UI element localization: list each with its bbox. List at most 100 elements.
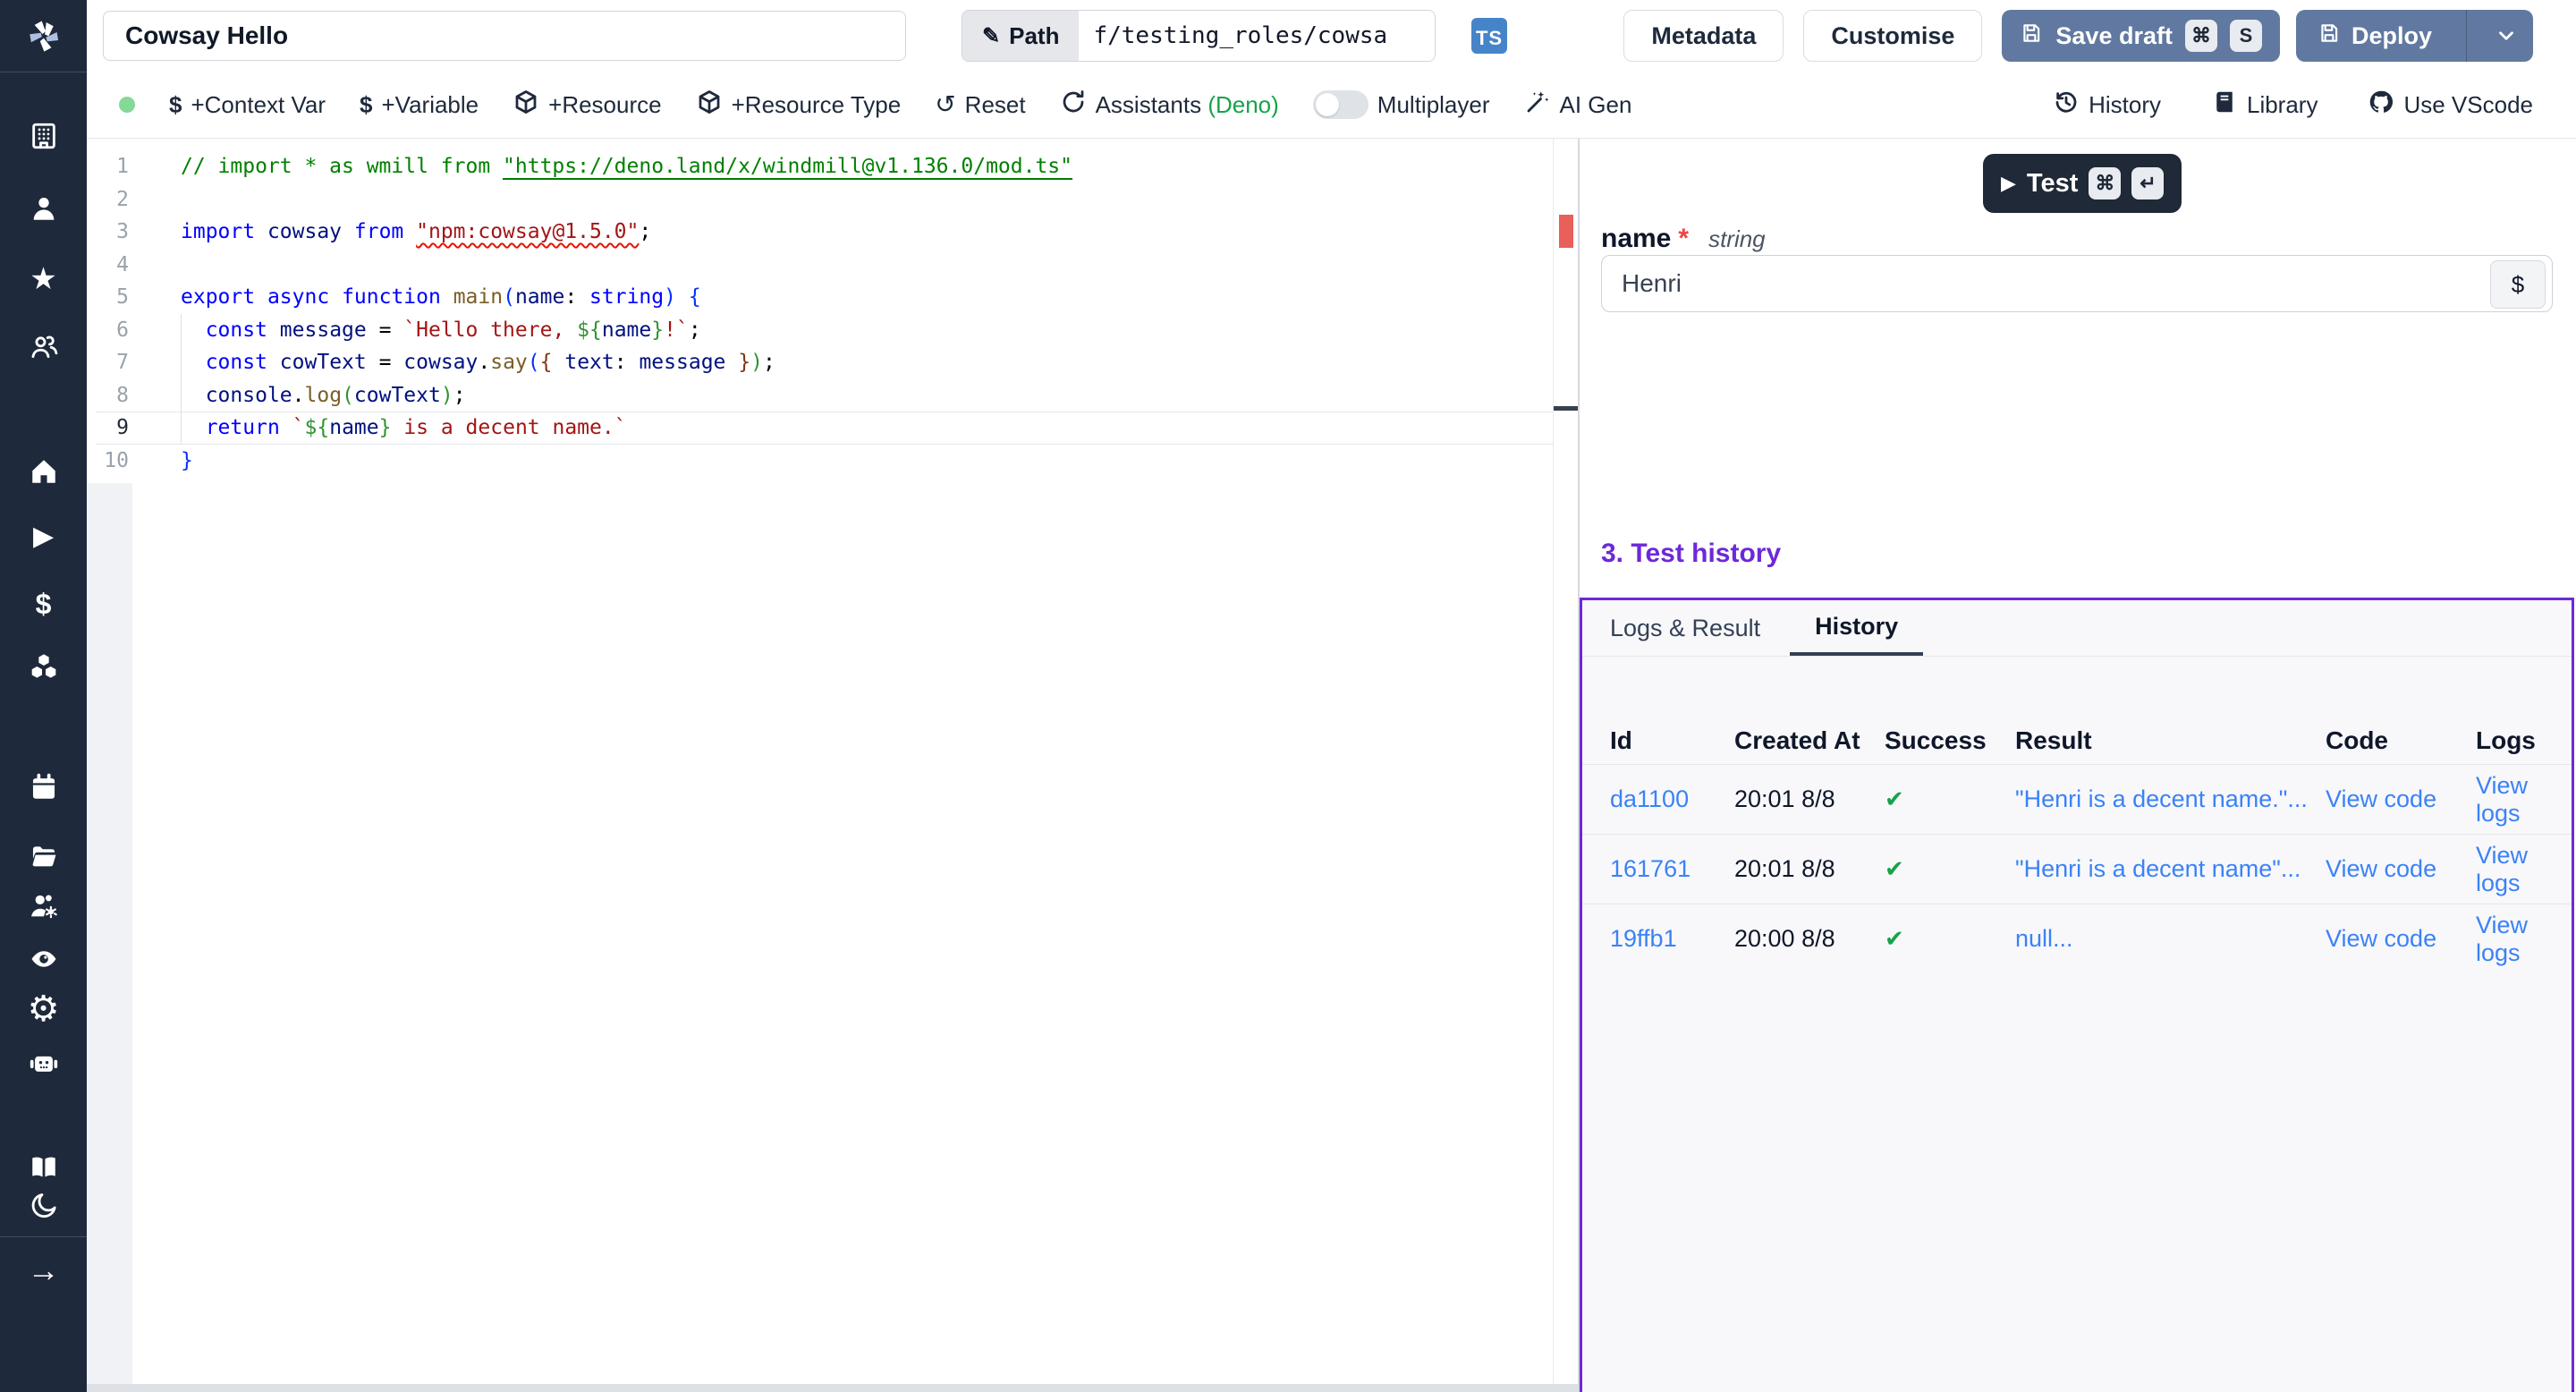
name-value-input[interactable]: [1602, 256, 2552, 311]
column-header: Success: [1885, 726, 2015, 755]
script-title-input[interactable]: [103, 11, 906, 61]
column-header: Logs: [2476, 726, 2572, 755]
view-logs-link[interactable]: View logs: [2476, 772, 2572, 828]
sidebar-user-cog-icon[interactable]: [0, 888, 87, 924]
run-id-link[interactable]: 19ffb1: [1610, 925, 1734, 953]
line-number: 5: [87, 281, 132, 314]
preview-panel: ▶ Test ⌘ ↵ name* string $ 3. Test histor…: [1580, 139, 2576, 1392]
run-id-link[interactable]: da1100: [1610, 785, 1734, 813]
sidebar: ★ ▶ $ ⚙ →: [0, 0, 87, 1392]
toolbar-label: Multiplayer: [1377, 91, 1490, 119]
line-number: 7: [87, 346, 132, 379]
multiplayer-toggle[interactable]: [1313, 90, 1368, 119]
view-logs-link[interactable]: View logs: [2476, 842, 2572, 897]
error-marker: [1559, 215, 1573, 248]
toolbar-label: +Variable: [381, 91, 479, 119]
s-key-badge: S: [2230, 20, 2262, 52]
deploy-split-button: Deploy: [2296, 10, 2533, 62]
insert-variable-button[interactable]: $: [2490, 260, 2546, 309]
test-history-heading: 3. Test history: [1601, 539, 1781, 569]
line-number: 9: [87, 412, 132, 445]
deploy-dropdown-button[interactable]: [2479, 10, 2533, 62]
arg-name-label: name* string: [1601, 224, 1766, 254]
sidebar-divider: [0, 1236, 87, 1237]
horizontal-scrollbar-track[interactable]: [87, 1384, 1578, 1392]
toolbar-label: Reset: [965, 91, 1026, 119]
sidebar-star-icon[interactable]: ★: [0, 261, 87, 297]
line-number: 8: [87, 379, 132, 412]
result-link[interactable]: "Henri is a decent name."...: [2015, 785, 2326, 813]
sidebar-calendar-icon[interactable]: [0, 769, 87, 805]
sidebar-moon-icon[interactable]: [0, 1188, 87, 1224]
toolbar-add-context-var[interactable]: $ +Context Var: [169, 91, 326, 119]
path-input[interactable]: [1079, 11, 1435, 61]
deno-label: (Deno): [1208, 91, 1278, 118]
code-line: 8 console.log(cowText);: [87, 379, 1553, 412]
sidebar-dollar-icon[interactable]: $: [0, 586, 87, 622]
toolbar-label: Assistants (Deno): [1096, 91, 1279, 119]
assistants-icon: [1060, 89, 1087, 122]
sidebar-play-icon[interactable]: ▶: [0, 519, 87, 555]
sidebar-cubes-icon[interactable]: [0, 649, 87, 684]
toolbar-multiplayer[interactable]: Multiplayer: [1313, 90, 1490, 119]
sidebar-robot-icon[interactable]: [0, 1045, 87, 1081]
reset-icon: ↺: [935, 91, 955, 119]
windmill-logo-icon[interactable]: [0, 11, 87, 61]
save-draft-button[interactable]: Save draft ⌘ S: [2002, 10, 2280, 62]
code-line: 9 return `${name} is a decent name.`: [87, 412, 1553, 445]
path-label: Path: [1009, 22, 1059, 50]
created-at: 20:00 8/8: [1734, 925, 1885, 953]
run-id-link[interactable]: 161761: [1610, 855, 1734, 883]
toolbar-reset[interactable]: ↺ Reset: [935, 91, 1025, 119]
sidebar-gear-icon[interactable]: ⚙: [0, 991, 87, 1027]
toolbar-add-resource[interactable]: +Resource: [513, 89, 661, 122]
test-button[interactable]: ▶ Test ⌘ ↵: [1983, 154, 2182, 213]
code-line: 3import cowsay from "npm:cowsay@1.5.0";: [87, 216, 1553, 249]
add-resource-icon: [513, 89, 539, 122]
tab-history[interactable]: History: [1790, 600, 1923, 656]
toolbar-use-vscode[interactable]: Use VScode: [2368, 89, 2533, 122]
toolbar-add-variable[interactable]: $+Variable: [360, 91, 479, 119]
sidebar-arrow-right-icon[interactable]: →: [0, 1252, 87, 1288]
code-editor[interactable]: 1// import * as wmill from "https://deno…: [87, 139, 1553, 1392]
view-code-link[interactable]: View code: [2326, 925, 2476, 953]
sidebar-book-open-icon[interactable]: [0, 1150, 87, 1185]
code-line: 7 const cowText = cowsay.say({ text: mes…: [87, 346, 1553, 379]
view-code-link[interactable]: View code: [2326, 785, 2476, 813]
windmill-script-editor: ★ ▶ $ ⚙ → ✎ Path TS Metadata Customise Save …: [0, 0, 2576, 1392]
toolbar-label: +Resource: [548, 91, 661, 119]
toolbar-add-resource-type[interactable]: +Resource Type: [696, 89, 902, 122]
code-line: 5export async function main(name: string…: [87, 281, 1553, 314]
typescript-badge: TS: [1471, 18, 1507, 54]
customise-button[interactable]: Customise: [1803, 10, 1982, 62]
deploy-button[interactable]: Deploy: [2296, 10, 2453, 62]
sidebar-home-icon[interactable]: [0, 454, 87, 489]
view-code-link[interactable]: View code: [2326, 855, 2476, 883]
result-link[interactable]: null...: [2015, 925, 2326, 953]
toolbar-ai-gen[interactable]: AI Gen: [1524, 89, 1632, 122]
line-number: 2: [87, 183, 132, 216]
line-number: 6: [87, 314, 132, 347]
edit-path-button[interactable]: ✎ Path: [962, 11, 1079, 61]
toolbar-library[interactable]: Library: [2211, 89, 2318, 122]
sidebar-building-icon[interactable]: [0, 118, 87, 154]
tab-logs-result[interactable]: Logs & Result: [1610, 600, 1760, 656]
sidebar-user-icon[interactable]: [0, 191, 87, 226]
toolbar-label: +Context Var: [191, 91, 326, 119]
code-line: 4: [87, 249, 1553, 282]
sidebar-eye-icon[interactable]: [0, 941, 87, 977]
overview-ruler[interactable]: [1553, 139, 1578, 1392]
toolbar-history[interactable]: History: [2053, 89, 2161, 122]
deploy-divider: [2466, 10, 2467, 62]
metadata-button[interactable]: Metadata: [1623, 10, 1784, 62]
library-icon: [2211, 89, 2238, 122]
field-type: string: [1708, 225, 1766, 253]
toolbar-assistants[interactable]: Assistants (Deno): [1060, 89, 1279, 122]
add-context-var-icon: $: [169, 91, 182, 119]
sidebar-folder-icon[interactable]: [0, 838, 87, 874]
view-logs-link[interactable]: View logs: [2476, 912, 2572, 967]
result-link[interactable]: "Henri is a decent name"...: [2015, 855, 2326, 883]
sidebar-users-icon[interactable]: [0, 329, 87, 365]
toolbar-label: Use VScode: [2403, 91, 2533, 119]
ai-gen-icon: [1524, 89, 1551, 122]
